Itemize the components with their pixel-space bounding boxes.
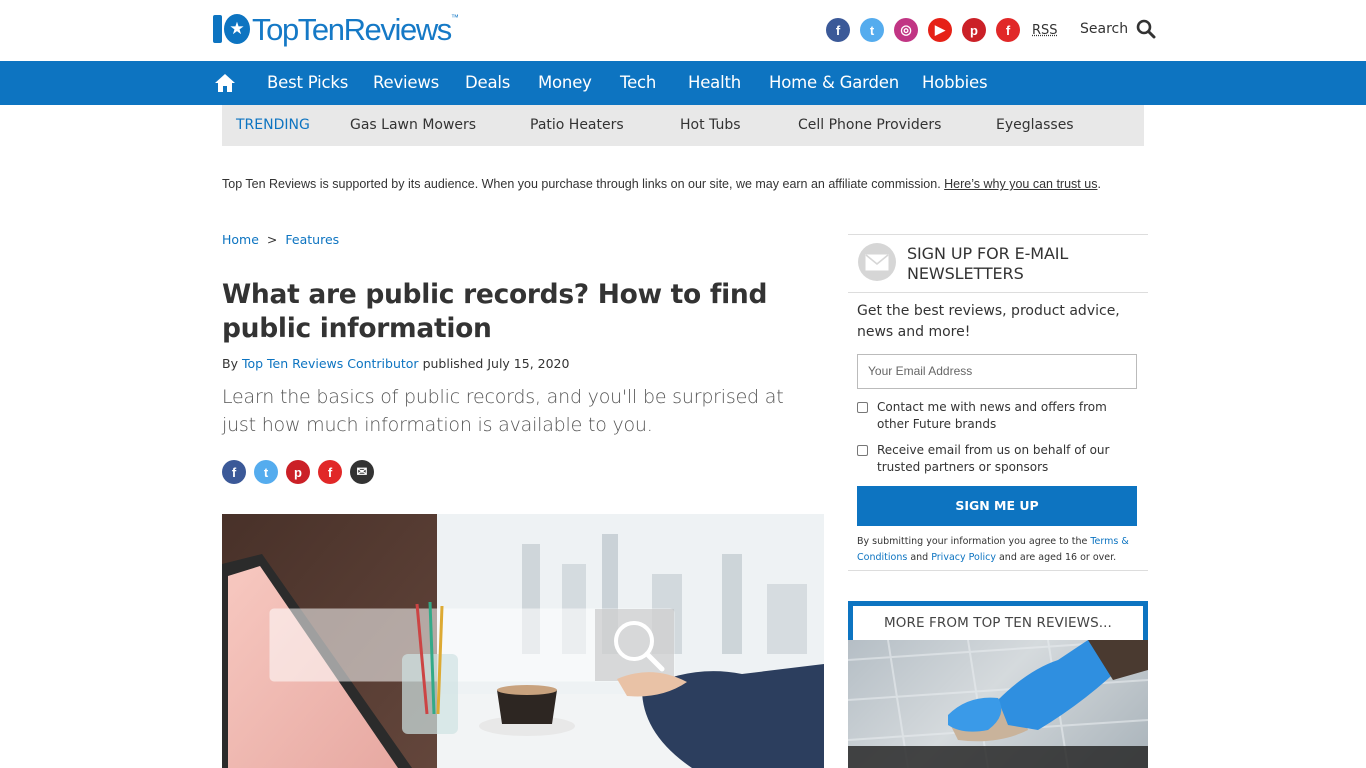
newsletter-header: SIGN UP FOR E-MAIL NEWSLETTERS — [848, 235, 1148, 293]
home-icon[interactable] — [214, 73, 236, 93]
share-buttons: f t p f ✉ — [222, 460, 382, 484]
nav-item-money[interactable]: Money — [538, 61, 592, 105]
sign-me-up-button[interactable]: SIGN ME UP — [857, 486, 1137, 526]
contact-checkbox-label: Contact me with news and offers from oth… — [877, 400, 1107, 431]
trending-item-patio-heaters[interactable]: Patio Heaters — [530, 105, 624, 146]
youtube-icon[interactable]: ▶ — [928, 18, 952, 42]
trending-bar: TRENDING Gas Lawn Mowers Patio Heaters Hot… — [222, 105, 1144, 146]
privacy-link[interactable]: Privacy Policy — [931, 552, 996, 563]
nav-item-tech[interactable]: Tech — [620, 61, 656, 105]
trending-label: TRENDING — [236, 117, 310, 133]
facebook-share-icon[interactable]: f — [222, 460, 246, 484]
social-links: f t ◎ ▶ p f RSS — [826, 18, 1058, 42]
pinterest-icon[interactable]: p — [962, 18, 986, 42]
trending-item-hot-tubs[interactable]: Hot Tubs — [680, 105, 741, 146]
contact-checkbox[interactable] — [857, 402, 868, 413]
instagram-icon[interactable]: ◎ — [894, 18, 918, 42]
publish-date: published July 15, 2020 — [422, 356, 570, 371]
email-share-icon[interactable]: ✉ — [350, 460, 374, 484]
twitter-icon[interactable]: t — [860, 18, 884, 42]
partners-checkbox-row[interactable]: Receive email from us on behalf of our t… — [857, 442, 1142, 476]
nav-item-deals[interactable]: Deals — [465, 61, 510, 105]
envelope-icon — [858, 243, 896, 281]
newsletter-legal: By submitting your information you agree… — [857, 536, 1129, 563]
breadcrumb-separator: > — [266, 232, 278, 247]
flipboard-icon[interactable]: f — [996, 18, 1020, 42]
main-nav: Best Picks Reviews Deals Money Tech Health Hom… — [0, 61, 1366, 105]
search-button[interactable]: Search — [1080, 19, 1156, 39]
facebook-icon[interactable]: f — [826, 18, 850, 42]
site-logo[interactable]: ★ TopTenReviews™ — [213, 12, 459, 46]
author-link[interactable]: Top Ten Reviews Contributor — [242, 356, 419, 371]
partners-checkbox-label: Receive email from us on behalf of our t… — [877, 443, 1110, 474]
hero-image — [222, 514, 824, 768]
breadcrumb-features[interactable]: Features — [285, 232, 339, 247]
trust-link[interactable]: Here’s why you can trust us — [944, 177, 1097, 191]
article-standfirst: Learn the basics of public records, and … — [222, 386, 784, 436]
breadcrumb: Home > Features — [222, 232, 339, 247]
logo-mark-icon: ★ — [213, 13, 251, 45]
rss-link[interactable]: RSS — [1032, 23, 1058, 38]
newsletter-title: SIGN UP FOR E-MAIL NEWSLETTERS — [907, 244, 1069, 283]
more-from-heading: MORE FROM TOP TEN REVIEWS... — [853, 606, 1143, 640]
article-title: What are public records? How to find pub… — [222, 279, 768, 344]
nav-item-hobbies[interactable]: Hobbies — [922, 61, 988, 105]
article-byline: By Top Ten Reviews Contributor published… — [222, 356, 570, 371]
search-icon — [1136, 19, 1156, 39]
affiliate-disclaimer: Top Ten Reviews is supported by its audi… — [222, 177, 1101, 191]
email-field[interactable]: Your Email Address — [857, 354, 1137, 389]
search-label: Search — [1080, 21, 1129, 37]
partners-checkbox[interactable] — [857, 445, 868, 456]
nav-item-reviews[interactable]: Reviews — [373, 61, 439, 105]
nav-item-home-garden[interactable]: Home & Garden — [769, 61, 899, 105]
twitter-share-icon[interactable]: t — [254, 460, 278, 484]
newsletter-subtitle: Get the best reviews, product advice, ne… — [857, 303, 1120, 340]
trending-item-gas-lawn-mowers[interactable]: Gas Lawn Mowers — [350, 105, 476, 146]
pinterest-share-icon[interactable]: p — [286, 460, 310, 484]
newsletter-signup: SIGN UP FOR E-MAIL NEWSLETTERS Get the b… — [848, 234, 1148, 571]
logo-text: TopTenReviews™ — [252, 11, 459, 47]
more-from-image[interactable] — [848, 640, 1148, 768]
site-header: ★ TopTenReviews™ f t ◎ ▶ p f RSS Search — [0, 0, 1366, 61]
nav-item-health[interactable]: Health — [688, 61, 741, 105]
flipboard-share-icon[interactable]: f — [318, 460, 342, 484]
nav-item-best-picks[interactable]: Best Picks — [267, 61, 348, 105]
breadcrumb-home[interactable]: Home — [222, 232, 259, 247]
more-from-caption-bar — [848, 746, 1148, 768]
more-from-widget: MORE FROM TOP TEN REVIEWS... — [848, 601, 1148, 768]
trending-item-cell-phone-providers[interactable]: Cell Phone Providers — [798, 105, 941, 146]
trending-item-eyeglasses[interactable]: Eyeglasses — [996, 105, 1074, 146]
contact-checkbox-row[interactable]: Contact me with news and offers from oth… — [857, 399, 1142, 433]
